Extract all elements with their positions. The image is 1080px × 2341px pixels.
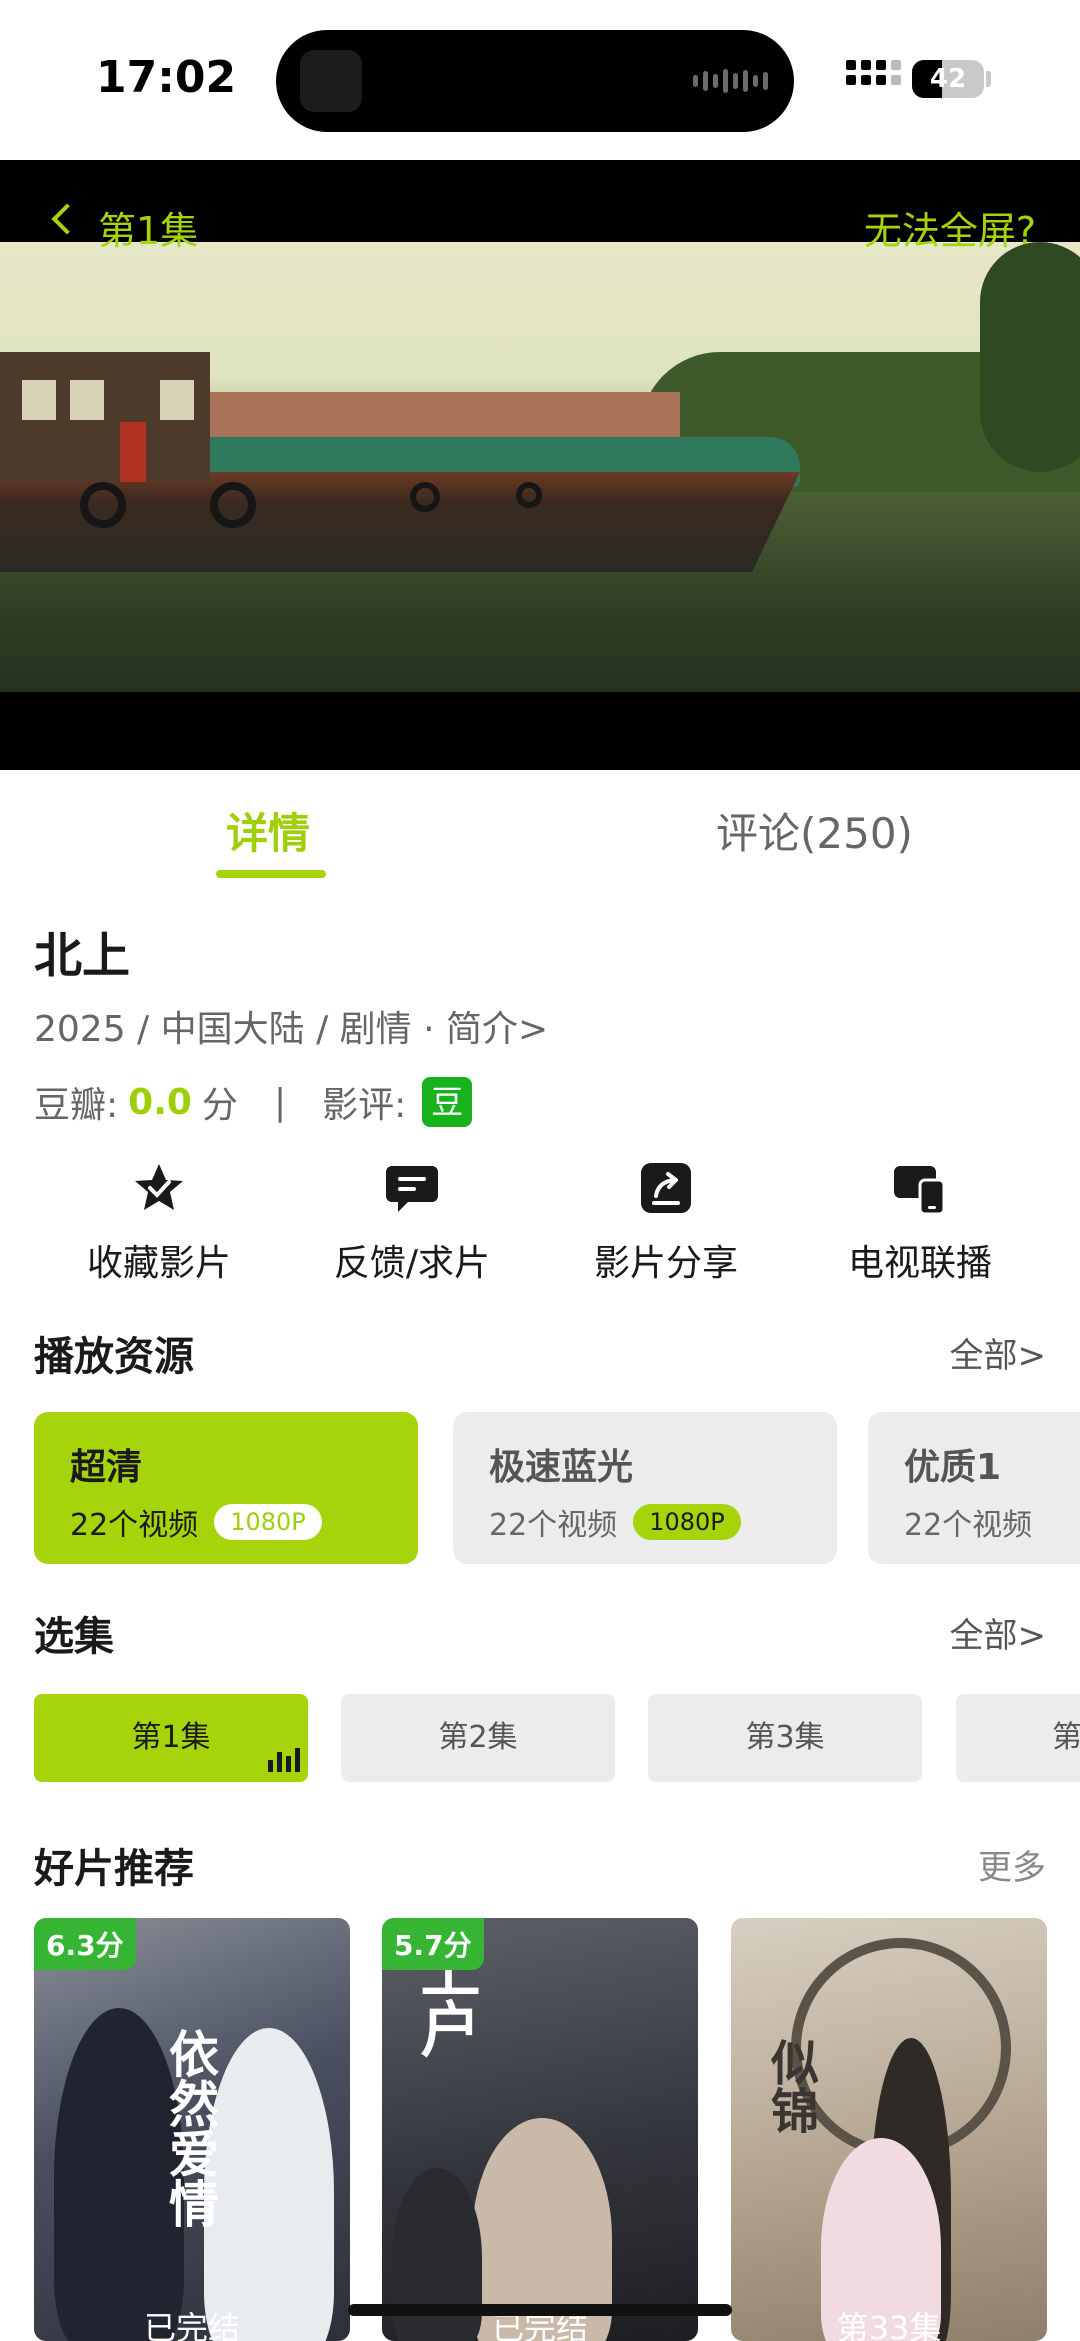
recommend-title: 好片推荐 — [34, 1846, 194, 1892]
playing-icon — [268, 1748, 300, 1772]
audio-wave-icon — [693, 68, 768, 94]
poster-title: 依然爱情 — [161, 2028, 219, 2228]
poster-status: 第33集 — [836, 2309, 942, 2341]
source-name: 优质1 — [904, 1447, 1002, 1488]
source-count: 22个视频 — [904, 1508, 1033, 1543]
tv-cast-button[interactable]: 电视联播 — [805, 1160, 1035, 1286]
source-name: 超清 — [70, 1447, 143, 1488]
action-row: 收藏影片 反馈/求片 影片分享 电视联播 — [0, 1160, 1080, 1300]
episode-label: 第4集 — [1052, 1720, 1080, 1755]
recommend-poster[interactable]: 上户 5.7分 已完结 — [382, 1918, 698, 2341]
home-indicator[interactable] — [348, 2304, 732, 2316]
share-button[interactable]: 影片分享 — [551, 1160, 781, 1286]
resolution-badge: 1080P — [633, 1504, 741, 1540]
share-label: 影片分享 — [593, 1243, 738, 1284]
resolution-badge: 1080P — [214, 1504, 322, 1540]
status-bar: 17:02 42 — [0, 0, 1080, 160]
camera-icon — [300, 50, 362, 112]
active-tab-indicator — [216, 870, 326, 878]
battery-icon: 42 — [912, 60, 984, 98]
fullscreen-help-link[interactable]: 无法全屏? — [864, 200, 1036, 255]
status-time: 17:02 — [96, 52, 237, 103]
tree — [980, 242, 1080, 472]
sources-title: 播放资源 — [34, 1334, 194, 1380]
score-badge: 6.3分 — [34, 1918, 136, 1970]
episode-label: 第2集 — [438, 1720, 518, 1755]
tire — [516, 482, 542, 508]
video-frame[interactable] — [0, 242, 1080, 692]
current-episode-label[interactable]: 第1集 — [98, 200, 198, 255]
feedback-label: 反馈/求片 — [333, 1243, 491, 1284]
rating-separator: | — [273, 1081, 287, 1123]
poster-title: 似锦 — [762, 2038, 818, 2134]
source-count: 22个视频 — [70, 1508, 199, 1543]
video-player[interactable]: 第1集 无法全屏? — [0, 160, 1080, 770]
source-card[interactable]: 优质1 22个视频 — [868, 1412, 1080, 1564]
detail-tabs: 详情 评论(250) — [0, 770, 1080, 890]
episode-label: 第3集 — [745, 1720, 825, 1755]
favorite-label: 收藏影片 — [86, 1243, 231, 1284]
tab-comments[interactable]: 评论(250) — [716, 800, 913, 861]
source-sub: 22个视频 — [904, 1500, 1044, 1544]
recommend-more-link[interactable]: 更多 — [978, 1840, 1046, 1889]
episode-button[interactable]: 第1集 — [34, 1694, 308, 1782]
cabin-window — [22, 380, 56, 420]
feedback-button[interactable]: 反馈/求片 — [297, 1160, 527, 1286]
dynamic-island — [276, 30, 794, 132]
cast-devices-icon — [894, 1166, 946, 1216]
back-arrow-icon[interactable] — [51, 203, 83, 235]
cabin-door — [120, 422, 146, 482]
douban-unit: 分 — [201, 1085, 238, 1126]
score-badge: 5.7分 — [382, 1918, 484, 1970]
tab-details[interactable]: 详情 — [226, 800, 310, 861]
recommend-poster[interactable]: 似锦 第33集 — [731, 1918, 1047, 2341]
douban-score: 0.0 — [128, 1081, 192, 1123]
movie-meta[interactable]: 2025 / 中国大陆 / 剧情 · 简介> — [34, 1000, 548, 1052]
cabin-window — [70, 380, 104, 420]
tv-cast-label: 电视联播 — [847, 1243, 992, 1284]
source-sub: 22个视频 1080P — [489, 1500, 801, 1544]
source-card[interactable]: 极速蓝光 22个视频 1080P — [453, 1412, 837, 1564]
source-card[interactable]: 超清 22个视频 1080P — [34, 1412, 418, 1564]
episode-label: 第1集 — [131, 1720, 211, 1755]
message-icon — [386, 1166, 438, 1212]
douban-review-button[interactable]: 豆 — [422, 1077, 473, 1127]
source-name: 极速蓝光 — [489, 1447, 634, 1488]
source-count: 22个视频 — [489, 1508, 618, 1543]
movie-title: 北上 — [34, 928, 131, 984]
battery-level: 42 — [929, 64, 967, 94]
tire — [210, 482, 256, 528]
tire — [410, 482, 440, 512]
douban-label: 豆瓣: — [34, 1085, 119, 1126]
star-check-icon — [135, 1164, 183, 1210]
source-sub: 22个视频 1080P — [70, 1500, 382, 1544]
sources-more-link[interactable]: 全部> — [950, 1328, 1047, 1377]
episodes-title: 选集 — [34, 1614, 114, 1660]
poster-status: 已完结 — [143, 2309, 240, 2341]
share-icon — [641, 1163, 691, 1213]
signal-icon — [846, 60, 901, 85]
tire — [80, 482, 126, 528]
favorite-button[interactable]: 收藏影片 — [44, 1160, 274, 1286]
episode-button[interactable]: 第3集 — [648, 1694, 922, 1782]
barge-hull — [0, 472, 800, 572]
episodes-more-link[interactable]: 全部> — [950, 1608, 1047, 1657]
recommend-poster[interactable]: 依然爱情 6.3分 已完结 — [34, 1918, 350, 2341]
rating-line: 豆瓣: 0.0 分 | 影评: 豆 — [34, 1076, 473, 1128]
cabin-window — [160, 380, 194, 420]
episode-button[interactable]: 第2集 — [341, 1694, 615, 1782]
episode-button[interactable]: 第4集 — [956, 1694, 1080, 1782]
review-label: 影评: — [322, 1085, 407, 1126]
battery-tip — [986, 71, 991, 87]
